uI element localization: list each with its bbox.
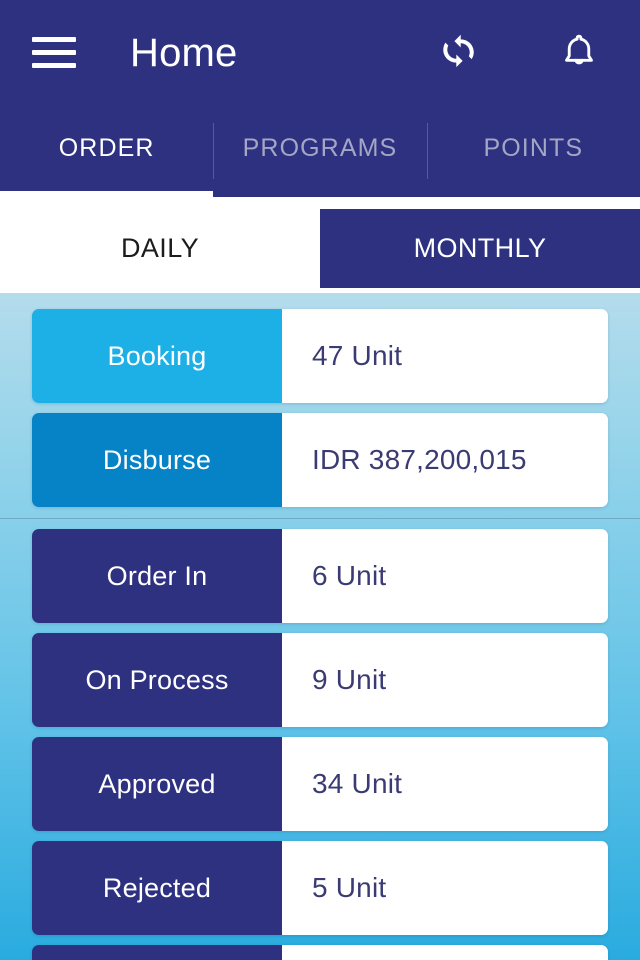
tab-programs-label: PROGRAMS [242, 133, 398, 162]
stat-card-booking[interactable]: Booking 47 Unit [32, 309, 608, 403]
stat-card-rejected-value: 5 Unit [282, 841, 608, 935]
tab-points[interactable]: POINTS [427, 105, 640, 197]
dashboard-content[interactable]: Booking 47 Unit Disburse IDR 387,200,015… [0, 293, 640, 960]
bell-icon[interactable] [552, 26, 606, 80]
stat-card-approved-label: Approved [32, 737, 282, 831]
stat-card-partial[interactable] [32, 945, 608, 960]
app-root: Home ORDER PROGRAMS POINTS DAILY MONTHLY… [0, 0, 640, 960]
order-status-card-group: Order In 6 Unit On Process 9 Unit Approv… [0, 529, 640, 960]
section-divider [0, 518, 640, 519]
stat-card-approved[interactable]: Approved 34 Unit [32, 737, 608, 831]
stat-card-rejected[interactable]: Rejected 5 Unit [32, 841, 608, 935]
stat-card-booking-value: 47 Unit [282, 309, 608, 403]
stat-card-approved-value: 34 Unit [282, 737, 608, 831]
hamburger-line [32, 50, 76, 55]
period-toggle-daily[interactable]: DAILY [0, 209, 320, 288]
page-title: Home [130, 30, 238, 75]
hamburger-line [32, 63, 76, 68]
stat-card-on-process-value: 9 Unit [282, 633, 608, 727]
stat-card-disburse-value: IDR 387,200,015 [282, 413, 608, 507]
stat-card-disburse[interactable]: Disburse IDR 387,200,015 [32, 413, 608, 507]
period-toggle: DAILY MONTHLY [0, 197, 640, 293]
tab-divider [427, 123, 428, 179]
period-toggle-daily-label: DAILY [120, 233, 200, 263]
stat-card-on-process[interactable]: On Process 9 Unit [32, 633, 608, 727]
stat-card-order-in[interactable]: Order In 6 Unit [32, 529, 608, 623]
stat-card-disburse-label: Disburse [32, 413, 282, 507]
refresh-sync-icon[interactable] [432, 26, 486, 80]
tab-divider [213, 123, 214, 179]
stat-card-order-in-value: 6 Unit [282, 529, 608, 623]
stat-card-order-in-label: Order In [32, 529, 282, 623]
summary-card-group: Booking 47 Unit Disburse IDR 387,200,015 [0, 309, 640, 507]
hamburger-line [32, 37, 76, 42]
tab-points-label: POINTS [483, 133, 584, 162]
stat-card-on-process-label: On Process [32, 633, 282, 727]
tab-order[interactable]: ORDER [0, 105, 213, 197]
stat-card-partial-value [282, 945, 608, 960]
tab-order-label: ORDER [58, 133, 155, 162]
period-toggle-monthly-label: MONTHLY [413, 233, 547, 263]
top-tab-bar: ORDER PROGRAMS POINTS [0, 105, 640, 197]
period-toggle-monthly[interactable]: MONTHLY [320, 209, 640, 288]
stat-card-booking-label: Booking [32, 309, 282, 403]
hamburger-menu-icon[interactable] [32, 30, 78, 76]
tab-programs[interactable]: PROGRAMS [213, 105, 426, 197]
app-bar: Home [0, 0, 640, 105]
stat-card-partial-label [32, 945, 282, 960]
stat-card-rejected-label: Rejected [32, 841, 282, 935]
